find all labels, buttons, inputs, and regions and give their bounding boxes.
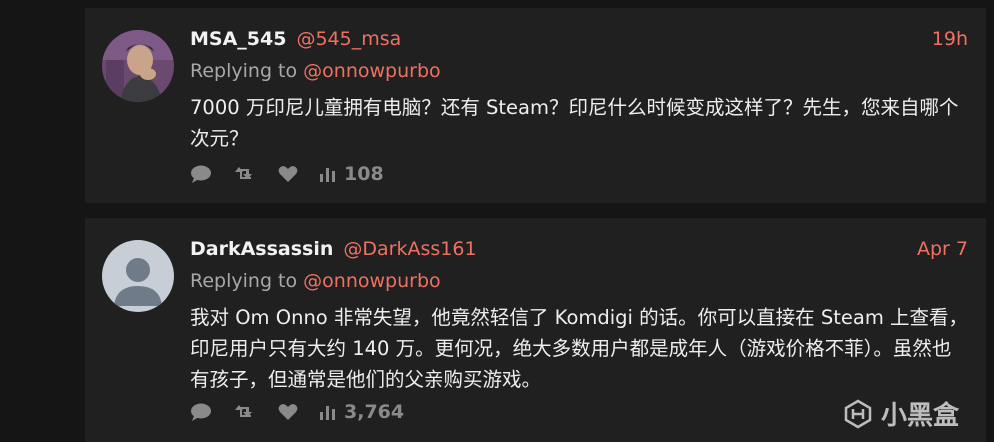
tweet-actions: 3,764 bbox=[190, 401, 404, 423]
like-button[interactable] bbox=[278, 165, 298, 183]
replying-to: Replying to @onnowpurbo bbox=[190, 60, 441, 82]
timestamp[interactable]: Apr 7 bbox=[917, 238, 968, 260]
reply-button[interactable] bbox=[190, 402, 212, 422]
replying-to-handle[interactable]: @onnowpurbo bbox=[303, 60, 440, 82]
replying-prefix: Replying to bbox=[190, 60, 304, 82]
view-count[interactable]: 108 bbox=[320, 163, 384, 185]
author-handle[interactable]: @DarkAss161 bbox=[343, 238, 476, 260]
avatar[interactable] bbox=[102, 30, 174, 102]
view-count-label: 108 bbox=[344, 163, 384, 185]
retweet-icon bbox=[235, 167, 252, 179]
like-button[interactable] bbox=[278, 403, 298, 421]
author-handle[interactable]: @545_msa bbox=[296, 28, 401, 50]
author-name[interactable]: MSA_545 bbox=[190, 28, 286, 50]
replying-to-handle[interactable]: @onnowpurbo bbox=[303, 270, 440, 292]
tweet-text: 7000 万印尼儿童拥有电脑？还有 Steam？印尼什么时候变成这样了？先生，您… bbox=[190, 96, 959, 150]
xiaoheihe-logo-icon bbox=[844, 399, 872, 428]
tweet-actions: 108 bbox=[190, 163, 384, 185]
tweet-card[interactable]: MSA_545 @545_msa 19h Replying to @onnowp… bbox=[85, 8, 986, 203]
author-name[interactable]: DarkAssassin bbox=[190, 238, 333, 260]
retweet-icon bbox=[235, 405, 252, 417]
timestamp[interactable]: 19h bbox=[932, 28, 968, 50]
comment-icon bbox=[191, 165, 211, 183]
watermark: 小黑盒 bbox=[843, 395, 959, 432]
watermark-text: 小黑盒 bbox=[881, 401, 960, 431]
view-count-label: 3,764 bbox=[344, 401, 405, 423]
comment-icon bbox=[191, 403, 211, 421]
retweet-button[interactable] bbox=[234, 165, 256, 183]
tweet-text: 我对 Om Onno 非常失望，他竟然轻信了 Komdigi 的话。你可以直接在… bbox=[190, 306, 969, 391]
default-user-icon bbox=[102, 240, 174, 312]
replying-to: Replying to @onnowpurbo bbox=[190, 270, 441, 292]
tweet-header: DarkAssassin @DarkAss161 bbox=[190, 238, 477, 264]
retweet-button[interactable] bbox=[234, 403, 256, 421]
heart-icon bbox=[278, 404, 298, 420]
heart-icon bbox=[278, 166, 298, 182]
replying-prefix: Replying to bbox=[190, 270, 304, 292]
reply-button[interactable] bbox=[190, 164, 212, 184]
avatar[interactable] bbox=[102, 240, 174, 312]
tweet-header: MSA_545 @545_msa bbox=[190, 28, 401, 54]
bar-chart-icon bbox=[320, 406, 335, 420]
bar-chart-icon bbox=[320, 168, 335, 182]
view-count[interactable]: 3,764 bbox=[320, 401, 404, 423]
